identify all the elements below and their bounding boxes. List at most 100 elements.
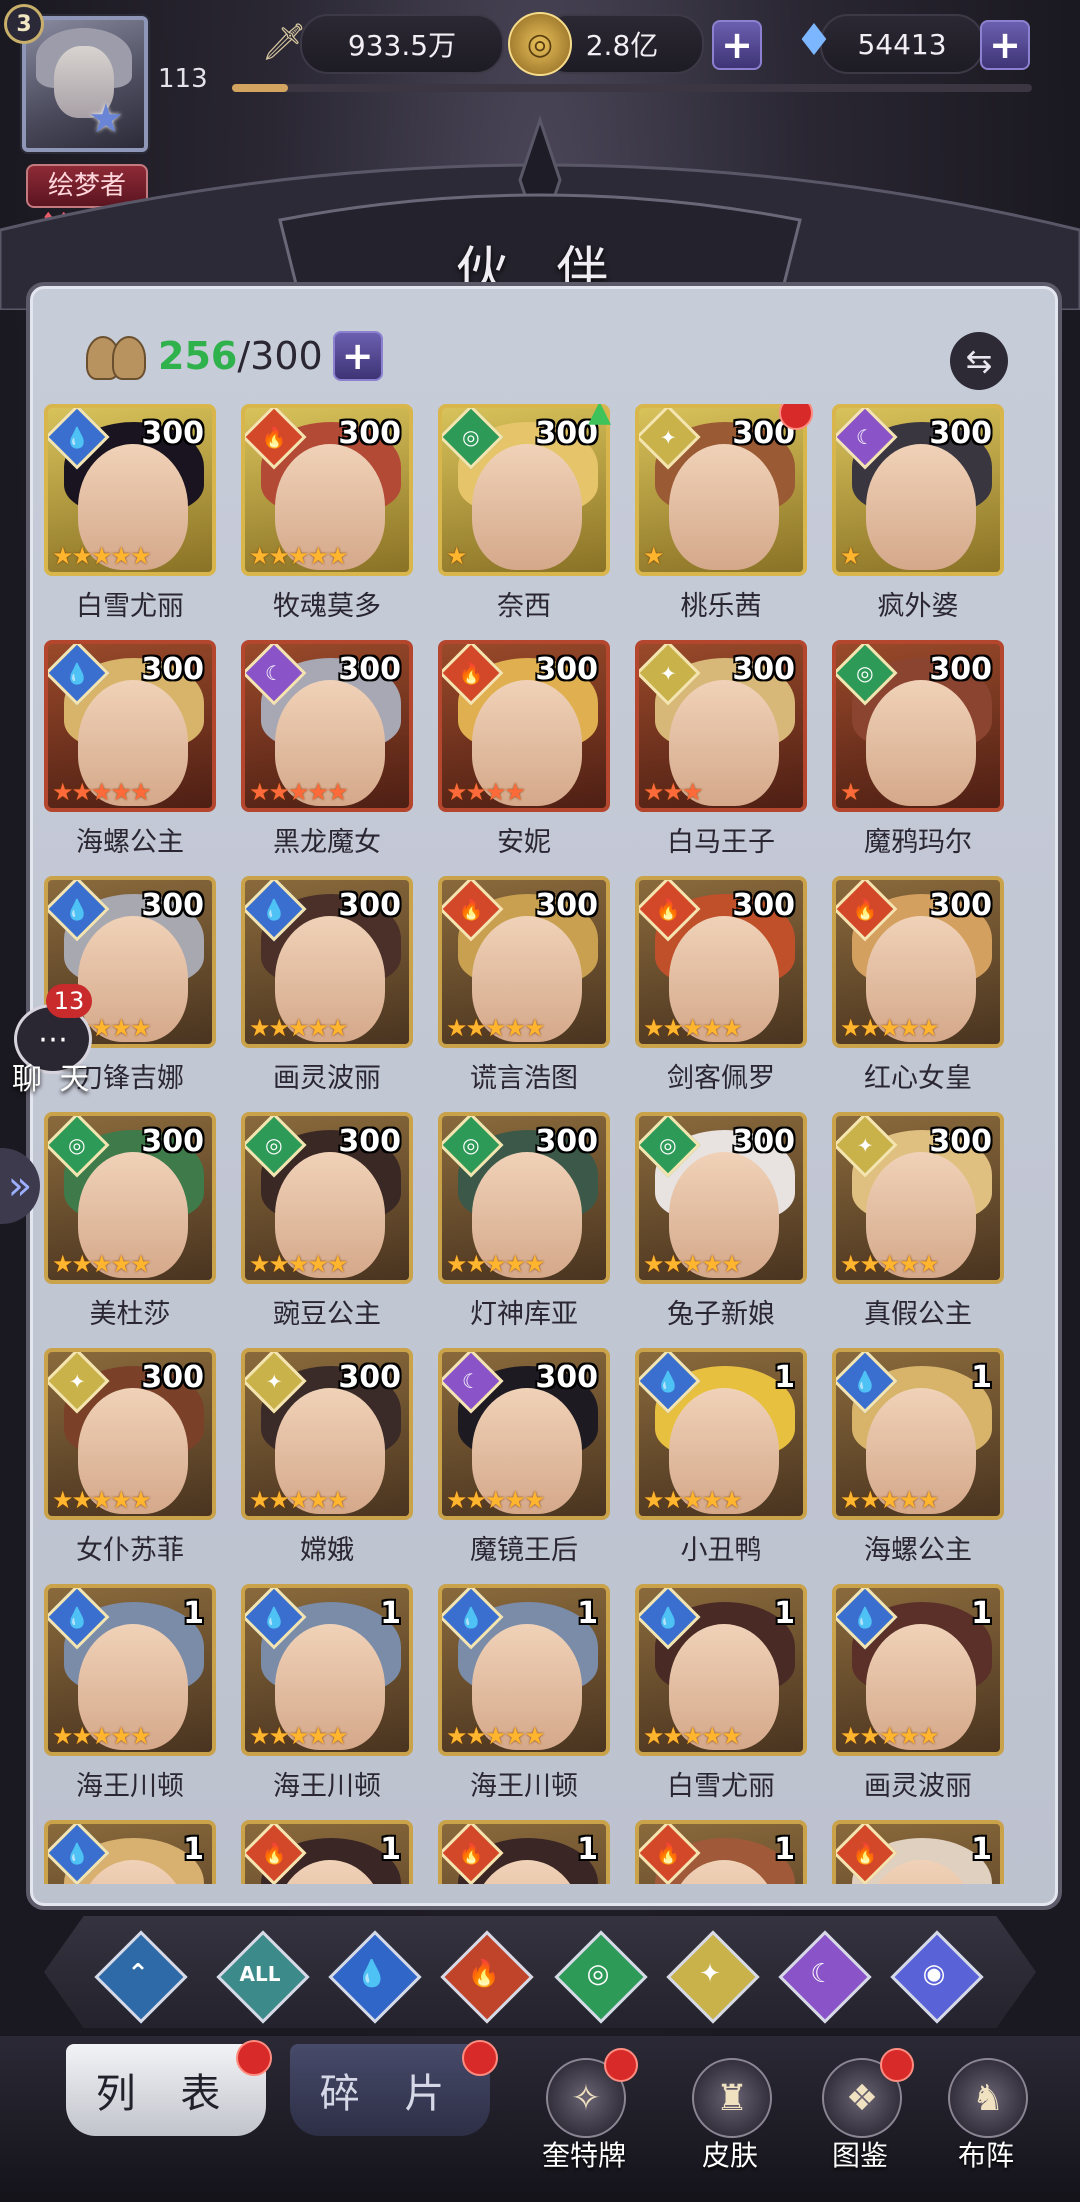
hero-card[interactable]: 🔥 300 ★★★★ 安妮 xyxy=(438,640,610,876)
hero-card[interactable]: ✦ 300 ★★★★★ 真假公主 xyxy=(832,1112,1004,1348)
hero-card[interactable]: ☾ 300 ★ 疯外婆 xyxy=(832,404,1004,640)
hero-portrait: 🔥 1 xyxy=(438,1820,610,1884)
add-gold-button[interactable]: + xyxy=(712,20,762,70)
hero-level: 300 xyxy=(929,1124,992,1159)
hero-card[interactable]: 💧 1 ★★★★★ 小丑鸭 xyxy=(635,1348,807,1584)
tab-fragments[interactable]: 碎 片 xyxy=(290,2044,490,2136)
hero-card[interactable]: ◎ 300 ★★★★★ 美杜莎 xyxy=(44,1112,216,1348)
hero-card[interactable]: 🔥 300 ★★★★★ 牧魂莫多 xyxy=(241,404,413,640)
hero-level: 1 xyxy=(183,1596,204,1631)
filter-class-button[interactable]: ⌃ xyxy=(94,1930,188,2024)
hero-star-rating: ★ xyxy=(643,542,664,570)
hero-card[interactable]: ✦ 300 ★★★ 白马王子 xyxy=(635,640,807,876)
filter-water-button[interactable]: 💧 xyxy=(328,1930,422,2024)
nav-card-emblem-button[interactable]: ✧ 奎特牌 xyxy=(524,2048,644,2178)
hero-portrait: ◎ 300 ★★★★★ xyxy=(635,1112,807,1284)
hero-card[interactable]: ✦ 300 ★ 桃乐茜 xyxy=(635,404,813,640)
hero-star-rating: ★★★★★ xyxy=(52,542,152,570)
hero-card[interactable]: 💧 1 ★★★★★ 海王川顿 xyxy=(44,1584,216,1820)
hero-portrait: 💧 1 xyxy=(44,1820,216,1884)
hero-card[interactable]: 💧 1 ★★★★★ 画灵波丽 xyxy=(832,1584,1004,1820)
filter-dark-button[interactable]: ☾ xyxy=(778,1930,872,2024)
nav-outfit-button[interactable]: ♜ 皮肤 xyxy=(670,2058,790,2178)
hero-portrait: 🔥 300 ★★★★★ xyxy=(635,876,807,1048)
hero-level: 300 xyxy=(141,416,204,451)
hero-card[interactable]: ◎ 300 ★★★★★ 豌豆公主 xyxy=(241,1112,413,1348)
hero-card[interactable]: 💧 1 ★★★★★ 海王川顿 xyxy=(438,1584,610,1820)
power-sword-icon: 🗡 xyxy=(261,22,307,63)
hero-name: 白雪尤丽 xyxy=(76,591,184,622)
hero-portrait: 🔥 1 xyxy=(241,1820,413,1884)
hero-card[interactable]: 💧 1 ★★★★★ 海螺公主 xyxy=(832,1348,1004,1584)
hero-card[interactable]: 💧 300 ★★★★★ 画灵波丽 xyxy=(241,876,413,1112)
hero-card[interactable]: 🔥 1 xyxy=(832,1820,1004,1884)
hero-portrait: 💧 1 ★★★★★ xyxy=(832,1584,1004,1756)
hero-star-rating: ★★★★★ xyxy=(446,1250,546,1278)
hero-level: 300 xyxy=(732,1124,795,1159)
hero-card[interactable]: 🔥 1 xyxy=(241,1820,413,1884)
hero-level: 1 xyxy=(971,1360,992,1395)
hero-star-rating: ★★★★★ xyxy=(249,1250,349,1278)
filter-all-button[interactable]: ALL xyxy=(216,1930,310,2024)
hero-card[interactable]: 🔥 300 ★★★★★ 谎言浩图 xyxy=(438,876,610,1112)
hero-level: 300 xyxy=(929,888,992,923)
hero-level: 1 xyxy=(774,1596,795,1631)
hero-card[interactable]: 💧 1 xyxy=(44,1820,216,1884)
hero-star-rating: ★★★★★ xyxy=(446,1014,546,1042)
hero-portrait: 🔥 1 xyxy=(635,1820,807,1884)
hero-card[interactable]: 🔥 1 xyxy=(635,1820,807,1884)
hero-card[interactable]: 💧 300 ★★★★★ 海螺公主 xyxy=(44,640,216,876)
hero-card[interactable]: ◎ 300 ★ 魔鸦玛尔 xyxy=(832,640,1004,876)
power-display: 933.5万 xyxy=(300,14,504,74)
hero-name: 灯神库亚 xyxy=(470,1299,578,1330)
hero-star-rating: ★★★★★ xyxy=(840,1250,940,1278)
hero-card[interactable]: ◎ 300 ★★★★★ 灯神库亚 xyxy=(438,1112,610,1348)
add-diamond-button[interactable]: + xyxy=(980,20,1030,70)
hero-star-rating: ★★★★★ xyxy=(643,1722,743,1750)
filter-light-button[interactable]: ✦ xyxy=(666,1930,760,2024)
hero-card[interactable]: ◎ 300 ★ ▲ 奈西 xyxy=(438,404,611,640)
hero-card[interactable]: 🔥 300 ★★★★★ 红心女皇 xyxy=(832,876,1004,1112)
hero-name: 桃乐茜 xyxy=(680,591,762,622)
nav-formation-button[interactable]: ♞ 布阵 xyxy=(926,2058,1046,2178)
roster-count: 256/300 + xyxy=(80,326,383,386)
nav-alert-dot xyxy=(604,2048,638,2082)
filter-light-glyph: ✦ xyxy=(699,1959,721,1989)
hero-card[interactable]: ✦ 300 ★★★★★ 嫦娥 xyxy=(241,1348,413,1584)
hero-star-rating: ★★★★★ xyxy=(249,1014,349,1042)
filter-cosmic-button[interactable]: ◉ xyxy=(890,1930,984,2024)
hero-name: 美杜莎 xyxy=(89,1299,171,1330)
nav-alert-dot xyxy=(880,2048,914,2082)
hero-card[interactable]: 💧 300 ★★★★★ 白雪尤丽 xyxy=(44,404,216,640)
hero-level: 1 xyxy=(971,1596,992,1631)
filter-wind-button[interactable]: ◎ xyxy=(554,1930,648,2024)
hero-star-rating: ★★★★★ xyxy=(643,1486,743,1514)
filter-fire-button[interactable]: 🔥 xyxy=(440,1930,534,2024)
hero-name: 豌豆公主 xyxy=(273,1299,381,1330)
hero-card[interactable]: ✦ 300 ★★★★★ 女仆苏菲 xyxy=(44,1348,216,1584)
hero-card[interactable]: ☾ 300 ★★★★★ 黑龙魔女 xyxy=(241,640,413,876)
hero-portrait: 💧 300 ★★★★★ xyxy=(44,404,216,576)
hero-card[interactable]: ◎ 300 ★★★★★ 兔子新娘 xyxy=(635,1112,807,1348)
hero-name: 海王川顿 xyxy=(76,1771,184,1802)
hero-card[interactable]: 🔥 300 ★★★★★ 剑客佩罗 xyxy=(635,876,807,1112)
partners-icon xyxy=(80,328,152,384)
hero-level: 300 xyxy=(535,1124,598,1159)
hero-card[interactable]: 💧 1 ★★★★★ 白雪尤丽 xyxy=(635,1584,807,1820)
nav-portrait-book-button[interactable]: ❖ 图鉴 xyxy=(800,2048,920,2178)
hero-name: 剑客佩罗 xyxy=(667,1063,775,1094)
hero-card[interactable]: 🔥 1 xyxy=(438,1820,610,1884)
hero-face xyxy=(669,444,779,570)
hero-portrait: ◎ 300 ★ xyxy=(832,640,1004,812)
hero-card[interactable]: ☾ 300 ★★★★★ 魔镜王后 xyxy=(438,1348,610,1584)
hero-name: 红心女皇 xyxy=(864,1063,972,1094)
chat-label[interactable]: 聊 天 xyxy=(12,1054,94,1098)
hero-name: 海王川顿 xyxy=(273,1771,381,1802)
avatar-level-badge: 3 xyxy=(4,4,44,44)
hero-card[interactable]: 💧 1 ★★★★★ 海王川顿 xyxy=(241,1584,413,1820)
hero-portrait: ✦ 300 ★★★★★ xyxy=(832,1112,1004,1284)
hero-level: 300 xyxy=(141,1124,204,1159)
sort-toggle-button[interactable]: ⇆ xyxy=(950,332,1008,390)
expand-roster-button[interactable]: + xyxy=(332,331,383,381)
hero-level: 300 xyxy=(732,888,795,923)
